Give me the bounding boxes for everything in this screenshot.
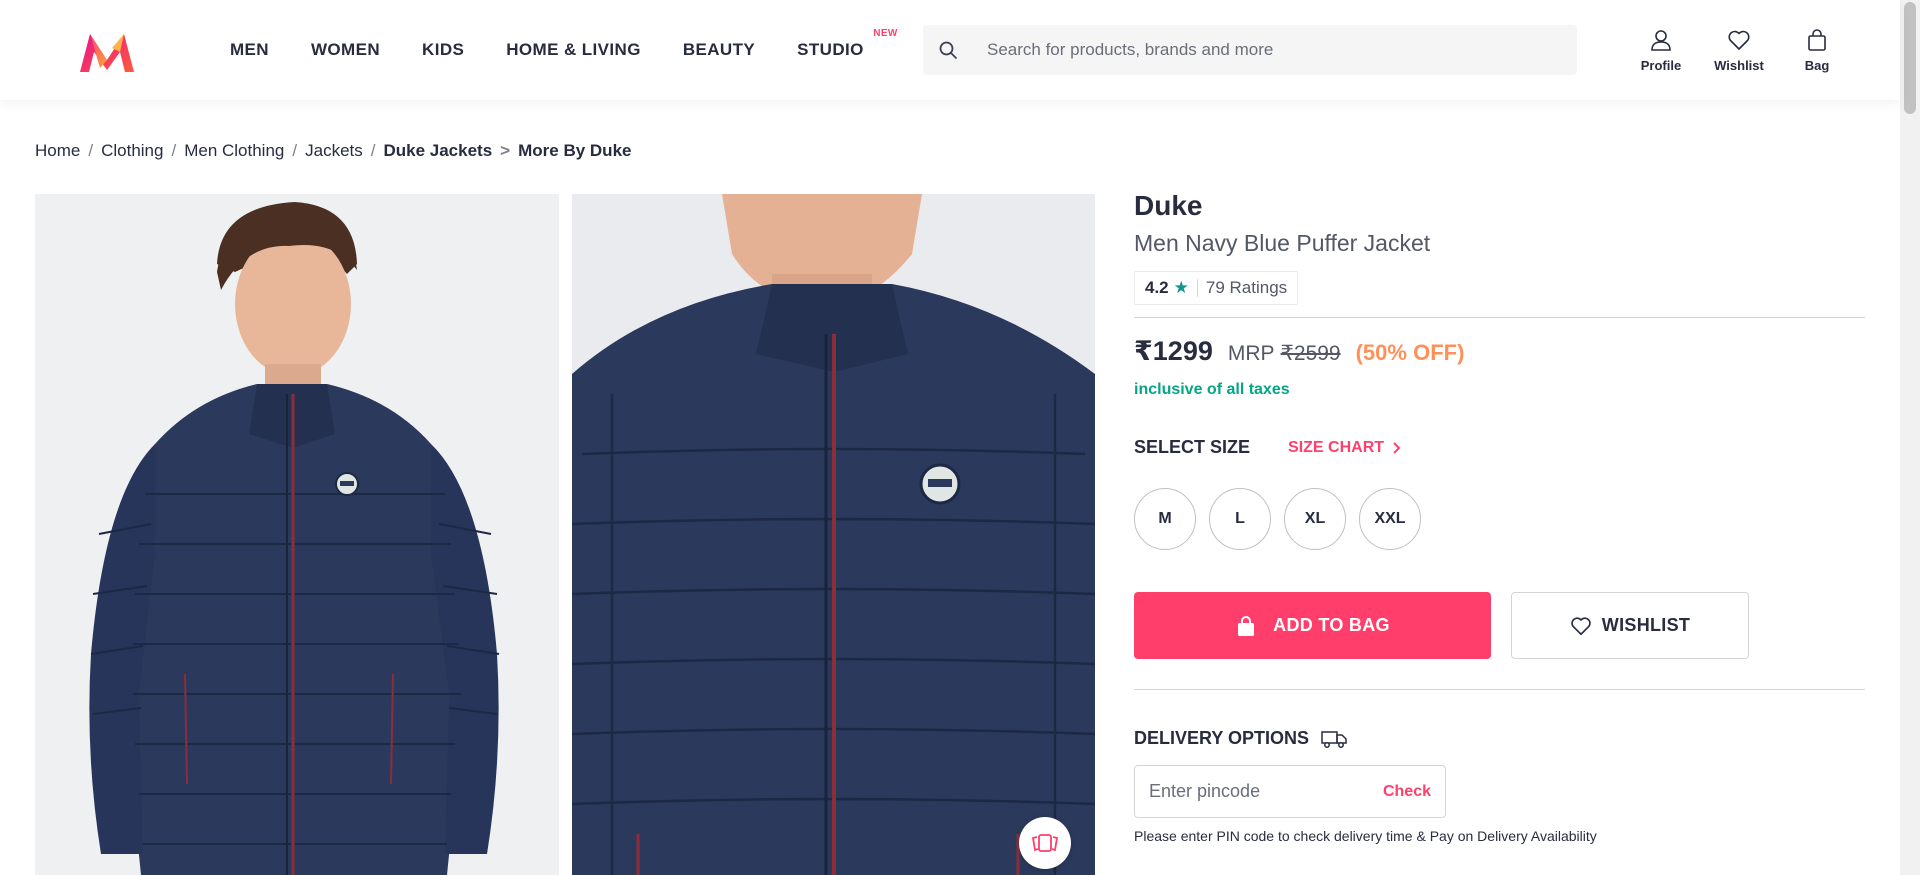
pincode-box: Check xyxy=(1134,765,1446,818)
breadcrumb-separator: / xyxy=(292,141,298,160)
wishlist-button[interactable]: WISHLIST xyxy=(1511,592,1749,659)
nav-men[interactable]: MEN xyxy=(230,40,269,60)
search-bar xyxy=(923,25,1577,75)
view-similar-button[interactable] xyxy=(1019,817,1071,869)
profile-button[interactable]: Profile xyxy=(1630,28,1692,73)
discount-percent: (50% OFF) xyxy=(1355,340,1465,365)
breadcrumb: Home / Clothing / Men Clothing / Jackets / D… xyxy=(35,141,631,161)
page-scrollbar[interactable] xyxy=(1900,0,1920,875)
bag-label: Bag xyxy=(1804,58,1830,73)
divider xyxy=(1134,689,1865,690)
product-image-front[interactable] xyxy=(35,194,559,875)
add-to-bag-button[interactable]: ADD TO BAG xyxy=(1134,592,1491,659)
breadcrumb-separator: / xyxy=(370,141,376,160)
size-chart-link[interactable]: SIZE CHART xyxy=(1288,439,1403,457)
profile-label: Profile xyxy=(1640,58,1682,73)
pincode-input[interactable] xyxy=(1149,781,1349,802)
breadcrumb-clothing[interactable]: Clothing xyxy=(101,141,163,161)
wishlist-nav-button[interactable]: Wishlist xyxy=(1708,28,1770,73)
product-brand[interactable]: Duke xyxy=(1134,190,1864,222)
heart-icon xyxy=(1728,30,1750,50)
wishlist-nav-label: Wishlist xyxy=(1714,58,1764,73)
pincode-note: Please enter PIN code to check delivery … xyxy=(1134,828,1597,844)
selling-price: ₹1299 xyxy=(1134,336,1213,366)
tax-note: inclusive of all taxes xyxy=(1134,381,1290,398)
mrp: MRP ₹2599 xyxy=(1228,341,1341,366)
breadcrumb-more-by-brand[interactable]: More By Duke xyxy=(518,141,631,161)
nav-home-living[interactable]: HOME & LIVING xyxy=(506,40,641,60)
delivery-options-title: DELIVERY OPTIONS xyxy=(1134,728,1310,748)
search-input[interactable] xyxy=(973,40,1563,60)
star-icon: ★ xyxy=(1173,278,1189,297)
divider xyxy=(1134,317,1865,318)
size-option-m[interactable]: M xyxy=(1134,488,1196,550)
breadcrumb-separator: / xyxy=(171,141,177,160)
nav-women[interactable]: WOMEN xyxy=(311,40,380,60)
rating-score: 4.2 xyxy=(1145,278,1169,297)
bag-icon xyxy=(1238,615,1255,636)
breadcrumb-arrow: > xyxy=(500,141,511,160)
size-header: SELECT SIZE SIZE CHART xyxy=(1134,437,1864,458)
size-option-xxl[interactable]: XXL xyxy=(1359,488,1421,550)
cta-row: ADD TO BAG WISHLIST xyxy=(1134,592,1864,659)
breadcrumb-current[interactable]: Duke Jackets xyxy=(383,141,492,161)
product-name: Men Navy Blue Puffer Jacket xyxy=(1134,230,1431,256)
product-details: Duke Men Navy Blue Puffer Jacket 4.2 ★ 7… xyxy=(1134,190,1865,844)
select-size-title: SELECT SIZE xyxy=(1134,437,1251,457)
delivery-header: DELIVERY OPTIONS xyxy=(1134,728,1864,749)
size-option-xl[interactable]: XL xyxy=(1284,488,1346,550)
scrollbar-thumb[interactable] xyxy=(1904,2,1916,114)
nav-studio[interactable]: STUDIO NEW xyxy=(797,28,897,60)
check-pincode-button[interactable]: Check xyxy=(1383,783,1431,801)
nav-kids[interactable]: KIDS xyxy=(422,40,464,60)
myntra-logo[interactable] xyxy=(76,30,138,74)
add-to-bag-label: ADD TO BAG xyxy=(1273,615,1390,635)
price-row: ₹1299 MRP ₹2599 (50% OFF) xyxy=(1134,336,1864,367)
mrp-value: ₹2599 xyxy=(1280,342,1341,365)
bag-button[interactable]: Bag xyxy=(1786,28,1848,73)
nav-beauty[interactable]: BEAUTY xyxy=(683,40,755,60)
main-nav: MEN WOMEN KIDS HOME & LIVING BEAUTY STUD… xyxy=(230,0,906,100)
breadcrumb-men-clothing[interactable]: Men Clothing xyxy=(184,141,284,161)
rating-divider xyxy=(1196,279,1198,297)
breadcrumb-separator: / xyxy=(88,141,94,160)
search-icon[interactable] xyxy=(923,40,973,60)
truck-icon xyxy=(1321,730,1347,748)
wishlist-label: WISHLIST xyxy=(1601,615,1691,635)
size-options: M L XL XXL xyxy=(1134,488,1864,550)
chevron-right-icon xyxy=(1393,441,1401,454)
site-header: MEN WOMEN KIDS HOME & LIVING BEAUTY STUD… xyxy=(0,0,1900,100)
new-badge: NEW xyxy=(873,28,898,39)
size-option-l[interactable]: L xyxy=(1209,488,1271,550)
similar-products-icon xyxy=(1031,834,1059,852)
rating-count: 79 Ratings xyxy=(1205,278,1288,297)
bag-icon xyxy=(1808,29,1826,51)
header-actions: Profile Wishlist Bag xyxy=(1630,28,1864,73)
product-image-closeup[interactable] xyxy=(572,194,1095,875)
size-chart-label: SIZE CHART xyxy=(1288,438,1385,456)
heart-icon xyxy=(1571,616,1591,635)
breadcrumb-home[interactable]: Home xyxy=(35,141,80,161)
mrp-label: MRP xyxy=(1227,342,1275,365)
profile-icon xyxy=(1651,30,1671,51)
rating-badge[interactable]: 4.2 ★ 79 Ratings xyxy=(1134,271,1299,305)
breadcrumb-jackets[interactable]: Jackets xyxy=(305,141,363,161)
